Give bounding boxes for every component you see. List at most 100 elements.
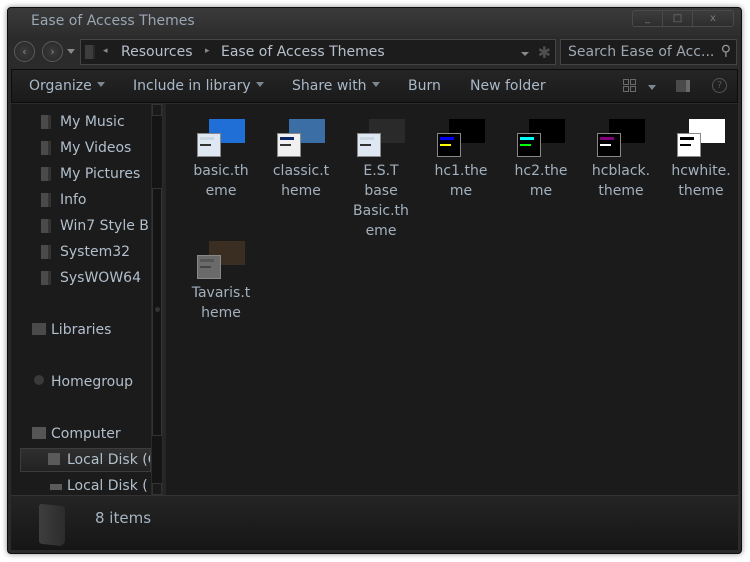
- back-button[interactable]: ‹: [14, 41, 35, 62]
- minimize-button[interactable]: _: [633, 11, 663, 26]
- homegroup-icon: [34, 375, 44, 385]
- scroll-up-button[interactable]: [152, 104, 162, 116]
- file-item[interactable]: hc1.the me: [421, 119, 501, 201]
- address-bar[interactable]: ◂ Resources ▸ Ease of Access Themes ✱: [80, 39, 556, 65]
- file-name: hc2.the: [514, 163, 568, 179]
- chevron-down-icon: [371, 82, 380, 87]
- help-icon[interactable]: ?: [712, 78, 727, 93]
- item-count: 8 items: [95, 509, 152, 527]
- sidebar-item-label: My Videos: [60, 140, 132, 156]
- file-item[interactable]: E.S.T base Basic.th eme: [341, 119, 421, 241]
- window-preview: [517, 133, 541, 157]
- file-name: hcwhite.: [671, 163, 731, 179]
- text-swatch: [520, 144, 531, 146]
- titlebar-swatch: [280, 137, 294, 140]
- change-view-icon[interactable]: [623, 79, 636, 92]
- search-icon[interactable]: ⚲: [721, 43, 731, 59]
- sidebar-item-syswow64[interactable]: SysWOW64: [11, 267, 149, 291]
- close-button[interactable]: x: [693, 11, 733, 26]
- root-chevron-icon[interactable]: ◂: [103, 46, 108, 56]
- search-input[interactable]: Search Ease of Acc... ⚲: [560, 39, 737, 65]
- file-item[interactable]: hc2.the me: [501, 119, 581, 201]
- command-bar: Organize Include in library Share with B…: [11, 69, 738, 103]
- text-swatch: [600, 144, 611, 146]
- sidebar-item-label: My Pictures: [60, 166, 141, 182]
- file-name: hc1.the: [434, 163, 488, 179]
- file-item[interactable]: classic.t heme: [261, 119, 341, 201]
- title-bar: Ease of Access Themes _ □ x: [8, 8, 741, 36]
- include-in-library-button[interactable]: Include in library: [133, 78, 264, 94]
- sidebar-item-my-videos[interactable]: My Videos: [11, 137, 149, 161]
- folder-icon: [41, 271, 51, 285]
- sidebar-item-libraries[interactable]: Libraries: [11, 319, 149, 343]
- sidebar-item-label: System32: [60, 244, 131, 260]
- libraries-icon: [32, 323, 46, 335]
- file-name: heme: [281, 183, 321, 199]
- folder-icon: [41, 245, 51, 259]
- burn-button[interactable]: Burn: [408, 78, 441, 94]
- window-preview: [597, 133, 621, 157]
- view-options-dropdown[interactable]: [648, 85, 656, 90]
- sidebar-item-win7-style[interactable]: Win7 Style B: [11, 215, 149, 239]
- sidebar-item-system32[interactable]: System32: [11, 241, 149, 265]
- breadcrumb-resources[interactable]: Resources: [121, 44, 193, 60]
- file-item[interactable]: basic.th eme: [181, 119, 261, 201]
- text-swatch: [200, 144, 211, 146]
- details-pane: 8 items: [11, 495, 738, 550]
- file-name: theme: [598, 183, 644, 199]
- file-item[interactable]: Tavaris.t heme: [181, 241, 261, 323]
- address-dropdown-icon[interactable]: [521, 52, 529, 56]
- recent-pages-dropdown[interactable]: [67, 49, 75, 54]
- organize-label: Organize: [29, 78, 92, 94]
- file-name: eme: [205, 183, 237, 199]
- window-controls: _ □ x: [632, 10, 734, 27]
- file-name: me: [449, 183, 473, 199]
- new-folder-button[interactable]: New folder: [470, 78, 546, 94]
- scroll-down-button[interactable]: [152, 483, 162, 495]
- sidebar-item-label: Local Disk (E:: [67, 478, 149, 494]
- scroll-thumb[interactable]: [152, 188, 162, 436]
- organize-button[interactable]: Organize: [29, 78, 105, 94]
- sidebar-item-my-music[interactable]: My Music: [11, 111, 149, 135]
- folder-icon: [39, 503, 65, 547]
- videos-folder-icon: [41, 141, 51, 155]
- window-preview: [677, 133, 701, 157]
- folder-icon: [41, 219, 51, 233]
- forward-button[interactable]: ›: [42, 41, 63, 62]
- chevron-down-icon: [255, 82, 264, 87]
- pictures-folder-icon: [41, 167, 51, 181]
- file-name: heme: [201, 305, 241, 321]
- preview-pane-icon[interactable]: [676, 80, 690, 92]
- breadcrumb-current[interactable]: Ease of Access Themes: [221, 44, 385, 60]
- navigation-row: ‹ › ◂ Resources ▸ Ease of Access Themes …: [8, 36, 741, 69]
- file-item[interactable]: hcwhite. theme: [661, 119, 741, 201]
- file-name: basic.th: [193, 163, 249, 179]
- file-name: theme: [678, 183, 724, 199]
- drive-icon: [48, 453, 60, 465]
- sidebar-item-homegroup[interactable]: Homegroup: [11, 371, 149, 395]
- refresh-icon[interactable]: ✱: [538, 43, 551, 62]
- titlebar-swatch: [200, 259, 214, 262]
- sidebar-item-computer[interactable]: Computer: [11, 423, 149, 447]
- file-name: Basic.th: [353, 203, 409, 219]
- window-preview: [357, 133, 381, 157]
- sidebar-item-label: My Music: [60, 114, 125, 130]
- titlebar-swatch: [520, 137, 534, 140]
- sidebar-item-label: Local Disk (C: [67, 452, 151, 468]
- theme-file-icon: [437, 119, 485, 157]
- sidebar-item-local-disk-c[interactable]: Local Disk (C: [20, 448, 151, 472]
- sidebar-scrollbar[interactable]: [151, 104, 163, 495]
- window-preview: [197, 133, 221, 157]
- share-with-button[interactable]: Share with: [292, 78, 380, 94]
- sidebar-item-my-pictures[interactable]: My Pictures: [11, 163, 149, 187]
- breadcrumb-chevron-icon[interactable]: ▸: [205, 46, 210, 56]
- sidebar-item-label: Win7 Style B: [60, 218, 149, 234]
- file-item[interactable]: hcblack. theme: [581, 119, 661, 201]
- maximize-button[interactable]: □: [663, 11, 693, 26]
- titlebar-swatch: [680, 137, 694, 140]
- window-preview: [277, 133, 301, 157]
- theme-file-icon: [597, 119, 645, 157]
- drive-icon: [50, 484, 62, 490]
- include-in-library-label: Include in library: [133, 78, 251, 94]
- sidebar-item-info[interactable]: Info: [11, 189, 149, 213]
